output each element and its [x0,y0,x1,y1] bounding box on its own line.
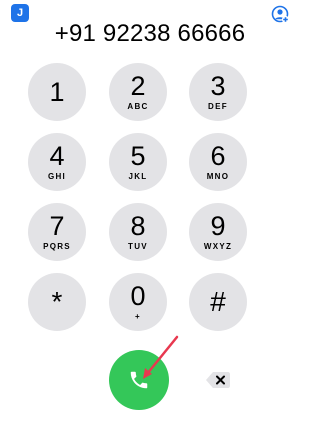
key-letters: ABC [127,102,149,111]
key-6[interactable]: 6 MNO [189,133,247,191]
key-digit: 3 [210,71,226,101]
key-digit: 4 [49,141,65,171]
key-digit: * [51,286,63,317]
key-letters: JKL [128,172,148,181]
key-1[interactable]: 1 [28,63,86,121]
key-0[interactable]: 0 + [109,273,167,331]
key-digit: 6 [210,141,226,171]
backspace-icon [206,372,230,388]
key-digit: 7 [49,211,65,241]
key-9[interactable]: 9 WXYZ [189,203,247,261]
key-letters: GHI [47,172,67,181]
key-letters: TUV [128,242,148,251]
key-letters: WXYZ [203,242,233,251]
key-3[interactable]: 3 DEF [189,63,247,121]
key-5[interactable]: 5 JKL [109,133,167,191]
key-letters: DEF [208,102,228,111]
phone-icon [130,371,148,389]
key-digit: 1 [49,76,65,107]
key-star[interactable]: * [28,273,86,331]
key-digit: 9 [210,211,226,241]
key-digit: 2 [130,71,146,101]
key-2[interactable]: 2 ABC [109,63,167,121]
key-hash[interactable]: # [189,273,247,331]
keypad: 1 2 ABC 3 DEF 4 GHI 5 JKL 6 MNO 7 PQRS 8… [28,63,278,338]
call-button[interactable] [109,350,169,410]
key-digit: 5 [130,141,146,171]
phone-number-display: +91 92238 66666 [54,20,246,47]
delete-button[interactable] [205,370,231,390]
key-letters: PQRS [43,242,71,251]
key-4[interactable]: 4 GHI [28,133,86,191]
key-7[interactable]: 7 PQRS [28,203,86,261]
key-letters: MNO [206,172,230,181]
key-digit: 0 [130,281,146,311]
key-digit: 8 [130,211,146,241]
key-8[interactable]: 8 TUV [109,203,167,261]
key-letters: + [135,312,141,321]
key-digit: # [210,286,226,317]
